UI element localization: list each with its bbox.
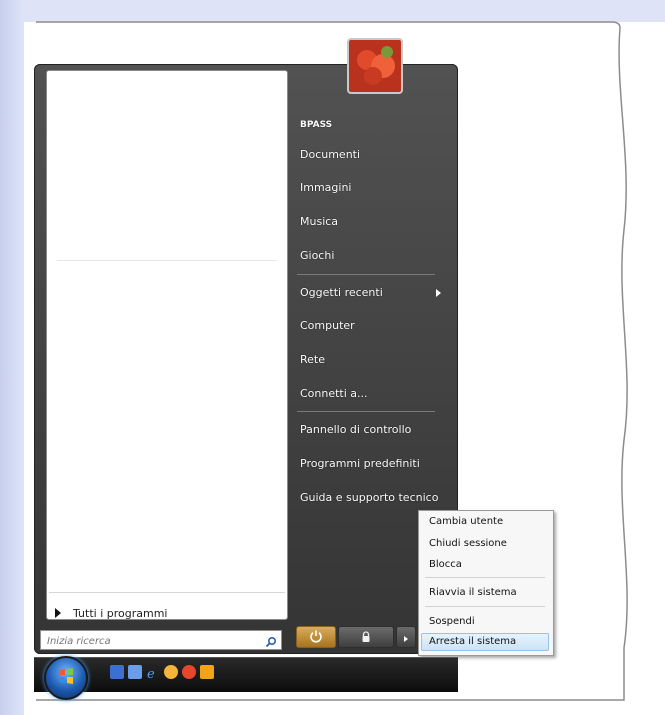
right-divider-2 [297, 411, 435, 412]
default-programs-link[interactable]: Programmi predefiniti [300, 453, 420, 475]
power-button[interactable] [296, 626, 336, 648]
search-input[interactable] [45, 633, 259, 649]
pictures-link[interactable]: Immagini [300, 177, 351, 199]
user-avatar[interactable] [347, 38, 403, 94]
lock-item[interactable]: Blocca [429, 556, 462, 574]
power-icon [309, 628, 323, 647]
programs-pane: Tutti i programmi [46, 70, 288, 620]
control-panel-link[interactable]: Pannello di controllo [300, 419, 411, 441]
all-programs-divider [49, 592, 285, 593]
right-divider-1 [297, 274, 435, 275]
all-programs-label: Tutti i programmi [73, 606, 168, 620]
help-support-link[interactable]: Guida e supporto tecnico [300, 487, 438, 509]
programs-divider [57, 260, 277, 261]
media-center-icon[interactable] [164, 665, 178, 679]
shutdown-options-menu: Cambia utente Chiudi sessione Blocca Ria… [418, 510, 554, 656]
search-icon[interactable] [265, 633, 277, 652]
svg-text:e: e [147, 667, 155, 680]
internet-explorer-icon[interactable]: e [146, 665, 160, 682]
start-button[interactable] [44, 656, 88, 700]
chrome-icon[interactable] [182, 665, 196, 679]
connect-to-link[interactable]: Connetti a... [300, 383, 368, 405]
computer-link[interactable]: Computer [300, 315, 355, 337]
restart-item[interactable]: Riavvia il sistema [429, 584, 517, 602]
submenu-arrow-icon [436, 289, 441, 297]
windows-start-icon [57, 667, 75, 689]
lock-button[interactable] [338, 626, 394, 648]
network-link[interactable]: Rete [300, 349, 325, 371]
arrow-right-icon [55, 608, 61, 618]
media-player-icon[interactable] [200, 665, 214, 679]
log-off-item[interactable]: Chiudi sessione [429, 535, 507, 553]
shutdown-options-button[interactable] [396, 626, 416, 648]
switch-windows-icon[interactable] [128, 665, 142, 679]
user-name-link[interactable]: BPASS [300, 114, 332, 136]
documents-link[interactable]: Documenti [300, 144, 360, 166]
shutdown-menu-divider-2 [425, 606, 545, 607]
search-box[interactable] [40, 630, 282, 650]
recent-items-link[interactable]: Oggetti recenti [300, 282, 383, 304]
music-link[interactable]: Musica [300, 211, 338, 233]
lock-icon [360, 628, 372, 647]
shut-down-item[interactable]: Arresta il sistema [429, 633, 516, 651]
chevron-right-icon [402, 628, 410, 647]
switch-user-item[interactable]: Cambia utente [429, 513, 503, 531]
all-programs-item[interactable]: Tutti i programmi [55, 603, 167, 623]
desktop-icon[interactable] [110, 665, 124, 679]
taskbar [34, 657, 458, 692]
shutdown-menu-divider-1 [425, 577, 545, 578]
games-link[interactable]: Giochi [300, 245, 334, 267]
sleep-item[interactable]: Sospendi [429, 613, 475, 631]
